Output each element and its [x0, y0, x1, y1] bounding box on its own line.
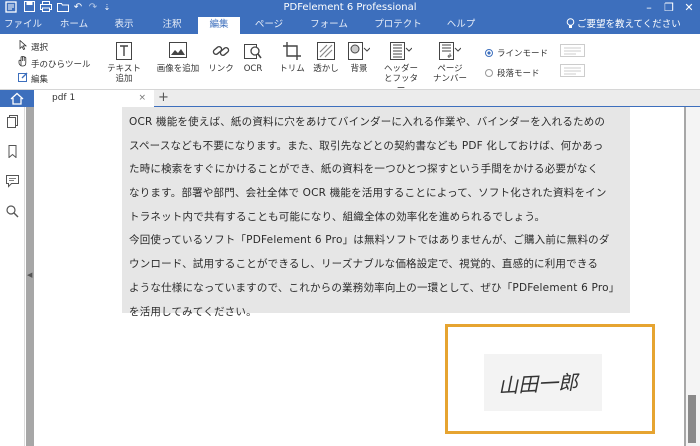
background-label: 背景 [350, 64, 368, 74]
add-image-button[interactable]: 画像を追加 [156, 42, 200, 74]
menu-page[interactable]: ページ [250, 17, 288, 34]
page-number-button[interactable]: # ページ ナンバー [430, 42, 470, 84]
ocr-icon [240, 42, 266, 60]
window-title: PDFelement 6 Professional [283, 2, 417, 13]
radio-selected-icon [485, 49, 493, 57]
menu-protect[interactable]: プロテクト [372, 17, 424, 34]
signature-text: 山田一郎 [497, 369, 579, 399]
title-bar: ↶ ↷ ⇣ PDFelement 6 Professional – ❐ ✕ [0, 0, 700, 17]
select-tool[interactable]: 選択 [18, 39, 49, 55]
text-line: OCR 機能を使えば、紙の資料に穴をあけてバインダーに入れる作業や、バインダーを… [129, 116, 606, 128]
add-image-label: 画像を追加 [156, 64, 200, 74]
document-tab-label: pdf 1 [52, 93, 76, 103]
menu-view[interactable]: 表示 [110, 17, 138, 34]
collapse-left-panel-icon[interactable]: ◀ [27, 271, 32, 279]
document-tab-strip: pdf 1 × + [0, 90, 700, 107]
body-text[interactable]: OCR 機能を使えば、紙の資料に穴をあけてバインダーに入れる作業や、バインダーを… [129, 111, 634, 324]
hand-tool[interactable]: 手のひらツール [18, 55, 91, 72]
close-button[interactable]: ✕ [680, 1, 698, 15]
radio-unselected-icon [485, 69, 493, 77]
image-icon [156, 42, 200, 60]
header-footer-label-1: ヘッダー [383, 64, 418, 74]
link-button[interactable]: リンク [206, 42, 236, 74]
left-sidebar [0, 107, 25, 446]
text-line: た時に検索をすぐにかけることができ、紙の資料を一つひとつ探すという手間をかける必… [129, 163, 599, 176]
add-text-label-1: テキスト [107, 64, 141, 74]
text-line: ような仕様になっていますので、これからの業務効率向上の一環として、ぜひ「PDFe… [129, 281, 620, 294]
close-tab-icon[interactable]: × [138, 90, 146, 107]
home-tab[interactable] [0, 90, 34, 107]
scroll-thumb[interactable] [688, 395, 696, 443]
header-footer-button[interactable]: ヘッダー とフッター [380, 42, 422, 94]
page-number-label-2: ナンバー [432, 74, 467, 84]
header-footer-icon [380, 42, 422, 60]
paragraph-mode-label: 段落モード [497, 69, 540, 79]
crop-label: トリム [279, 64, 305, 74]
edit-label: 編集 [31, 75, 49, 85]
line-mode-label: ラインモード [497, 49, 549, 59]
edit-ribbon: 選択 手のひらツール 編集 テキスト 追加 画像を追加 リンク OCR トリム … [0, 34, 700, 94]
thumbnails-icon[interactable] [6, 115, 19, 128]
crop-button[interactable]: トリム [278, 42, 306, 74]
line-mode-radio[interactable]: ラインモード [485, 48, 548, 60]
background-button[interactable]: 背景 [344, 42, 374, 74]
svg-text:#: # [447, 53, 452, 60]
background-icon [344, 42, 374, 60]
text-line: ウンロード、試用することができるし、リーズナブルな価格設定で、視覚的、直感的に利… [129, 258, 599, 271]
menu-file[interactable]: ファイル [3, 17, 43, 34]
menu-bar: ファイル ホーム 表示 注釈 編集 ページ フォーム プロテクト ヘルプ ご要望… [0, 17, 700, 34]
comments-icon[interactable] [6, 175, 19, 188]
minimize-button[interactable]: – [640, 1, 658, 15]
text-line: トラネット内で共有することも可能になり、組織全体の効率化を進められるでしょう。 [129, 210, 546, 223]
hand-tool-label: 手のひらツール [31, 60, 91, 70]
watermark-label: 透かし [313, 64, 339, 74]
link-label: リンク [208, 64, 234, 74]
watermark-button[interactable]: 透かし [310, 42, 342, 74]
signature-image[interactable]: 山田一郎 [484, 354, 602, 411]
lightbulb-icon [566, 18, 575, 28]
edit-icon [18, 72, 28, 87]
watermark-icon [310, 42, 342, 60]
add-text-button[interactable]: テキスト 追加 [104, 42, 144, 84]
add-tab-button[interactable]: + [158, 90, 169, 107]
link-icon [206, 42, 236, 60]
cursor-icon [18, 39, 28, 55]
crop-icon [278, 42, 306, 60]
menu-edit[interactable]: 編集 [198, 17, 240, 34]
ocr-button[interactable]: OCR [240, 42, 266, 74]
paragraph-mode-radio[interactable]: 段落モード [485, 68, 540, 80]
menu-form[interactable]: フォーム [306, 17, 352, 34]
maximize-button[interactable]: ❐ [660, 1, 678, 15]
disabled-align-tools [560, 44, 586, 80]
document-view[interactable]: OCR 機能を使えば、紙の資料に穴をあけてバインダーに入れる作業や、バインダーを… [26, 107, 686, 446]
menu-home[interactable]: ホーム [57, 17, 91, 34]
add-text-label-2: 追加 [115, 74, 133, 84]
feedback-label: ご要望を教えてください [577, 19, 681, 30]
page-number-icon: # [430, 42, 470, 60]
document-tab[interactable]: pdf 1 × [34, 90, 154, 107]
add-text-icon [104, 42, 144, 60]
text-line: を活用してみてください。 [129, 305, 257, 318]
text-line: スペースなども不要になります。また、取引先などとの契約書なども PDF 化してお… [129, 139, 604, 152]
menu-help[interactable]: ヘルプ [444, 17, 478, 34]
signature-highlight-box: 山田一郎 [445, 324, 655, 434]
bookmark-icon[interactable] [6, 145, 19, 159]
text-line: なります。部署や部門、会社全体で OCR 機能を活用することによって、ソフト化さ… [129, 187, 607, 200]
edit-tool[interactable]: 編集 [18, 72, 48, 85]
feedback-link[interactable]: ご要望を教えてください [566, 17, 681, 34]
select-label: 選択 [31, 43, 49, 53]
home-icon [10, 92, 24, 105]
text-line: 今回使っているソフト「PDFelement 6 Pro」は無料ソフトではありませ… [129, 234, 610, 247]
page-number-label-1: ページ [437, 64, 463, 74]
pdf-page[interactable]: OCR 機能を使えば、紙の資料に穴をあけてバインダーに入れる作業や、バインダーを… [34, 107, 684, 446]
vertical-scrollbar[interactable] [686, 107, 700, 446]
menu-comment[interactable]: 注釈 [158, 17, 186, 34]
ocr-label: OCR [243, 64, 263, 74]
hand-icon [18, 55, 28, 72]
search-icon[interactable] [6, 205, 19, 218]
